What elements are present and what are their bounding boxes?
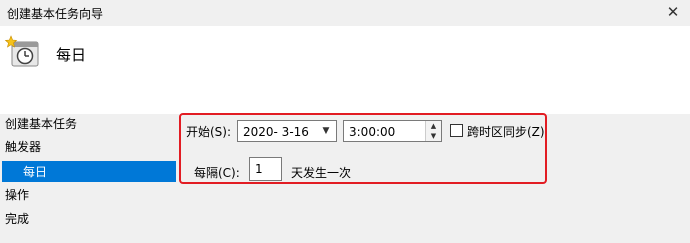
recur-label: 每隔(C): (194, 166, 240, 180)
start-label: 开始(S): (186, 125, 232, 139)
recur-days-input[interactable]: 1 (249, 157, 282, 181)
recur-suffix: 天发生一次 (291, 166, 352, 180)
nav-item-trigger: 触发器 (5, 140, 42, 154)
page-title: 每日 (56, 46, 87, 64)
nav-item-daily-label: 每日 (23, 165, 48, 179)
recur-days-value: 1 (255, 162, 263, 176)
sync-timezone-label: 跨时区同步(Z) (467, 125, 545, 139)
header-panel: 每日 (0, 26, 690, 114)
close-button[interactable]: ✕ (660, 2, 686, 22)
start-date-picker[interactable]: 2020- 3-16 ▼ (237, 120, 337, 142)
clock-calendar-icon (4, 35, 39, 67)
start-time-field[interactable]: 3:00:00 ▲ ▼ (343, 120, 442, 142)
nav-item-action: 操作 (5, 188, 30, 202)
sync-timezone-checkbox[interactable] (450, 124, 463, 137)
start-time-value: 3:00:00 (349, 125, 396, 139)
chevron-down-icon[interactable]: ▼ (316, 121, 336, 141)
nav-item-daily: 每日 (2, 161, 176, 182)
spin-down-icon[interactable]: ▼ (426, 131, 441, 141)
time-spinner[interactable]: ▲ ▼ (425, 121, 441, 141)
window-title: 创建基本任务向导 (7, 7, 104, 21)
spin-up-icon[interactable]: ▲ (426, 121, 441, 131)
nav-item-create-basic-task: 创建基本任务 (5, 117, 78, 131)
nav-item-finish: 完成 (5, 212, 30, 226)
start-date-value: 2020- 3-16 (243, 125, 309, 139)
